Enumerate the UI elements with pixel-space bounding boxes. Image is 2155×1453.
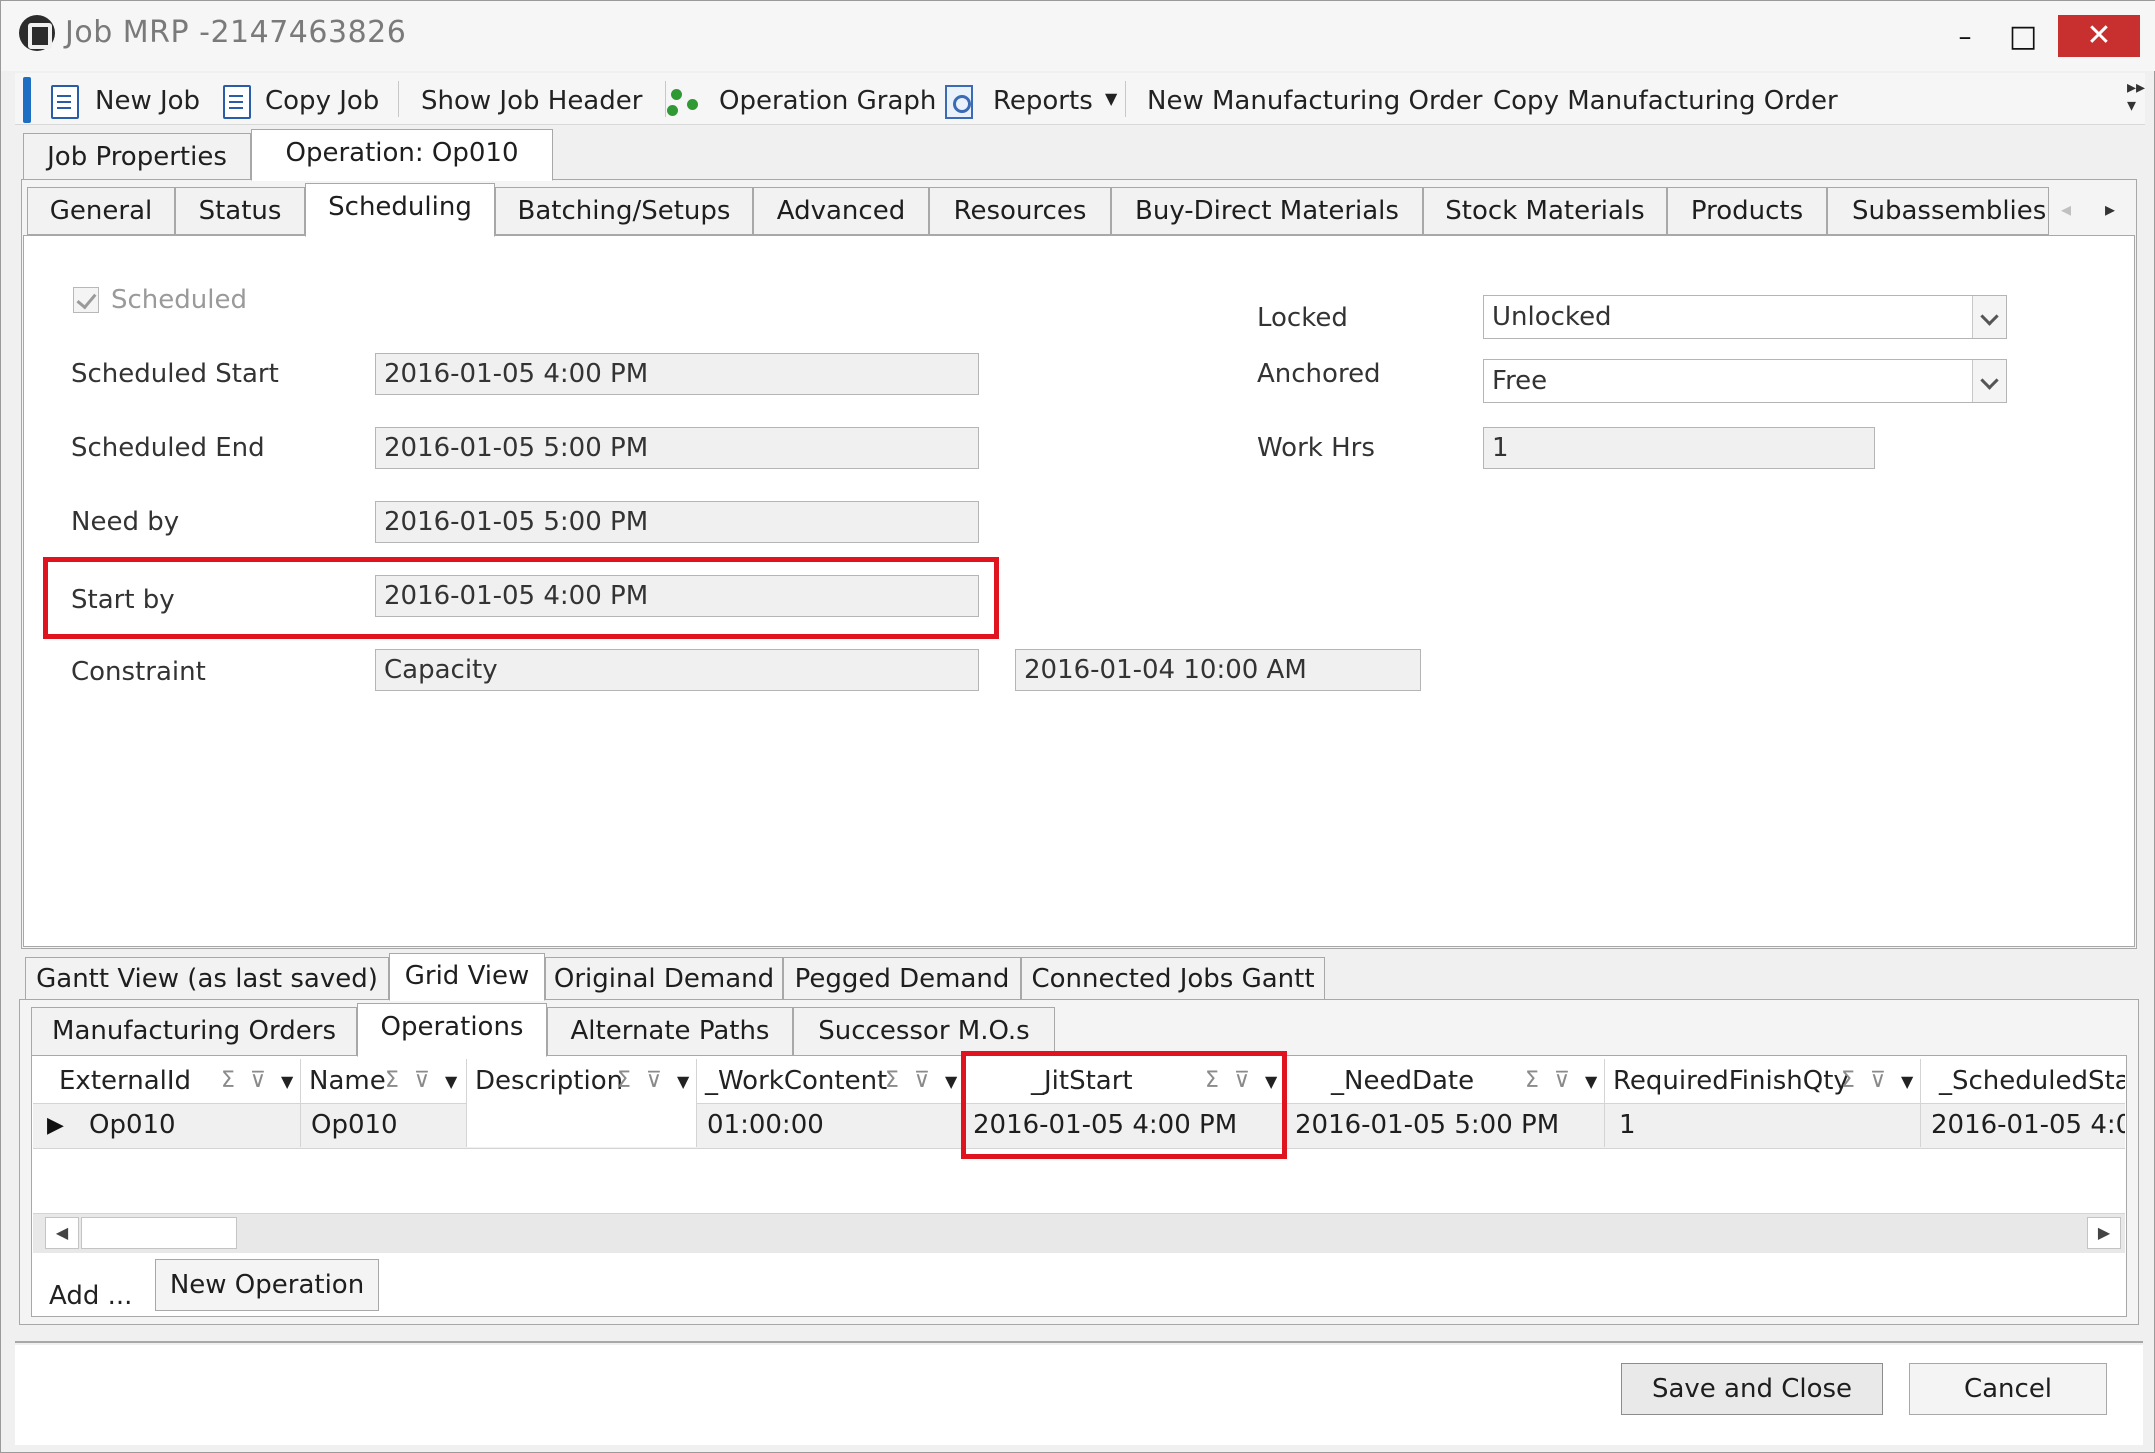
cell-workcontent[interactable]: 01:00:00 [697, 1103, 965, 1147]
column-header-name[interactable]: Name Σ ⊽ ▼ [301, 1059, 467, 1103]
tab-pegged-demand[interactable]: Pegged Demand [783, 957, 1021, 1001]
toolbar-separator [1125, 81, 1126, 117]
chevron-down-icon[interactable] [1972, 360, 2006, 402]
scheduled-end-field[interactable]: 2016-01-05 5:00 PM [375, 427, 979, 469]
tab-advanced[interactable]: Advanced [753, 187, 929, 235]
start-by-highlight [43, 557, 999, 639]
column-header-needdate[interactable]: _NeedDate Σ ⊽ ▼ [1285, 1059, 1605, 1103]
reports-icon [945, 85, 973, 119]
new-manufacturing-order-button[interactable]: New Manufacturing Order [1147, 81, 1482, 121]
tab-general[interactable]: General [27, 187, 175, 235]
tab-operation[interactable]: Operation: Op010 [251, 129, 553, 181]
copy-manufacturing-order-button[interactable]: Copy Manufacturing Order [1493, 81, 1838, 121]
column-header-externalid[interactable]: ExternalId Σ ⊽ ▼ [33, 1059, 301, 1103]
toolbar-separator [398, 81, 399, 117]
toolbar-overflow-icon[interactable]: ▸▸ ▾ [2127, 79, 2145, 115]
cell-externalid[interactable]: Op010 [79, 1103, 301, 1147]
column-filter-icons[interactable]: Σ ⊽ ▼ [885, 1059, 961, 1103]
constraint-label: Constraint [71, 657, 206, 687]
column-filter-icons[interactable]: Σ ⊽ ▼ [221, 1059, 297, 1103]
tab-buy-direct-materials[interactable]: Buy-Direct Materials [1111, 187, 1423, 235]
close-button[interactable]: ✕ [2058, 15, 2140, 57]
tab-scroll-left-icon[interactable]: ◂ [2061, 197, 2071, 221]
toolbar-grip[interactable] [23, 77, 31, 123]
show-job-header-button[interactable]: Show Job Header [421, 81, 642, 121]
column-filter-icons[interactable]: Σ ⊽ ▼ [1841, 1059, 1917, 1103]
scroll-left-icon[interactable]: ◀ [45, 1217, 79, 1249]
save-and-close-button[interactable]: Save and Close [1621, 1363, 1883, 1415]
title-bar: Job MRP -2147463826 – □ ✕ [1, 1, 2155, 71]
maximize-button[interactable]: □ [1993, 17, 2053, 57]
toolbar: New Job Copy Job Show Job Header Operati… [15, 73, 2145, 125]
cancel-button[interactable]: Cancel [1909, 1363, 2107, 1415]
footer-divider [15, 1341, 2143, 1343]
tab-scroll-right-icon[interactable]: ▸ [2105, 197, 2115, 221]
scheduled-end-label: Scheduled End [71, 433, 265, 463]
operation-graph-icon [667, 89, 701, 119]
chevron-down-icon[interactable] [1972, 296, 2006, 338]
tab-status[interactable]: Status [175, 187, 305, 235]
cell-needdate[interactable]: 2016-01-05 5:00 PM [1285, 1103, 1605, 1147]
tab-job-properties[interactable]: Job Properties [23, 133, 251, 181]
constraint-field[interactable]: Capacity [375, 649, 979, 691]
column-header-workcontent[interactable]: _WorkContent Σ ⊽ ▼ [697, 1059, 965, 1103]
work-hrs-field[interactable]: 1 [1483, 427, 1875, 469]
anchored-label: Anchored [1257, 359, 1381, 389]
window-title: Job MRP -2147463826 [65, 15, 407, 50]
cell-name[interactable]: Op010 [301, 1103, 467, 1147]
column-filter-icons[interactable]: Σ ⊽ ▼ [1525, 1059, 1601, 1103]
scheduled-start-field[interactable]: 2016-01-05 4:00 PM [375, 353, 979, 395]
scheduled-checkbox[interactable] [73, 287, 99, 313]
toolbar-separator [665, 81, 666, 117]
column-filter-icons[interactable]: Σ ⊽ ▼ [385, 1059, 461, 1103]
new-document-icon [51, 85, 79, 119]
tab-scheduling[interactable]: Scheduling [305, 183, 495, 237]
tab-operations[interactable]: Operations [357, 1003, 547, 1057]
row-selector-icon[interactable]: ▶ [47, 1113, 64, 1138]
tab-alternate-paths[interactable]: Alternate Paths [547, 1007, 793, 1057]
column-filter-icons[interactable]: Σ ⊽ ▼ [617, 1059, 693, 1103]
scheduled-start-label: Scheduled Start [71, 359, 279, 389]
tab-resources[interactable]: Resources [929, 187, 1111, 235]
horizontal-scrollbar[interactable] [33, 1213, 2125, 1253]
tab-stock-materials[interactable]: Stock Materials [1423, 187, 1667, 235]
jitstart-highlight [961, 1051, 1287, 1159]
cell-requiredfinishqty[interactable]: 1 [1605, 1103, 1921, 1147]
tab-products[interactable]: Products [1667, 187, 1827, 235]
locked-label: Locked [1257, 303, 1348, 333]
caret-down-icon: ▼ [1105, 89, 1118, 108]
tab-batching-setups[interactable]: Batching/Setups [495, 187, 753, 235]
cell-description[interactable] [467, 1103, 697, 1147]
app-logo-icon [19, 15, 55, 51]
column-header-requiredfinishqty[interactable]: RequiredFinishQty Σ ⊽ ▼ [1605, 1059, 1921, 1103]
anchored-select[interactable]: Free [1483, 359, 2007, 403]
tab-connected-jobs-gantt[interactable]: Connected Jobs Gantt [1021, 957, 1325, 1001]
tab-grid-view[interactable]: Grid View [389, 953, 545, 1001]
new-operation-button[interactable]: New Operation [155, 1259, 379, 1311]
constraint-date-field[interactable]: 2016-01-04 10:00 AM [1015, 649, 1421, 691]
scheduled-label: Scheduled [111, 285, 247, 315]
tab-original-demand[interactable]: Original Demand [545, 957, 783, 1001]
tab-gantt-view[interactable]: Gantt View (as last saved) [25, 957, 389, 1001]
copy-document-icon [223, 85, 251, 119]
cell-scheduledstart[interactable]: 2016-01-05 4:0 [1921, 1103, 2125, 1147]
scroll-right-icon[interactable]: ▶ [2087, 1217, 2121, 1249]
need-by-label: Need by [71, 507, 180, 537]
scrollbar-thumb[interactable] [81, 1217, 237, 1249]
tab-subassemblies[interactable]: Subassemblies [1827, 187, 2049, 235]
work-hrs-label: Work Hrs [1257, 433, 1375, 463]
minimize-button[interactable]: – [1935, 17, 1995, 57]
column-header-description[interactable]: Description Σ ⊽ ▼ [467, 1059, 697, 1103]
column-header-scheduledstart[interactable]: _ScheduledSta [1921, 1059, 2125, 1103]
job-mrp-window: Job MRP -2147463826 – □ ✕ New Job Copy J… [0, 0, 2155, 1453]
tab-successor-mos[interactable]: Successor M.O.s [793, 1007, 1055, 1057]
add-label: Add ... [49, 1281, 133, 1311]
need-by-field[interactable]: 2016-01-05 5:00 PM [375, 501, 979, 543]
locked-select[interactable]: Unlocked [1483, 295, 2007, 339]
tab-manufacturing-orders[interactable]: Manufacturing Orders [31, 1007, 357, 1057]
